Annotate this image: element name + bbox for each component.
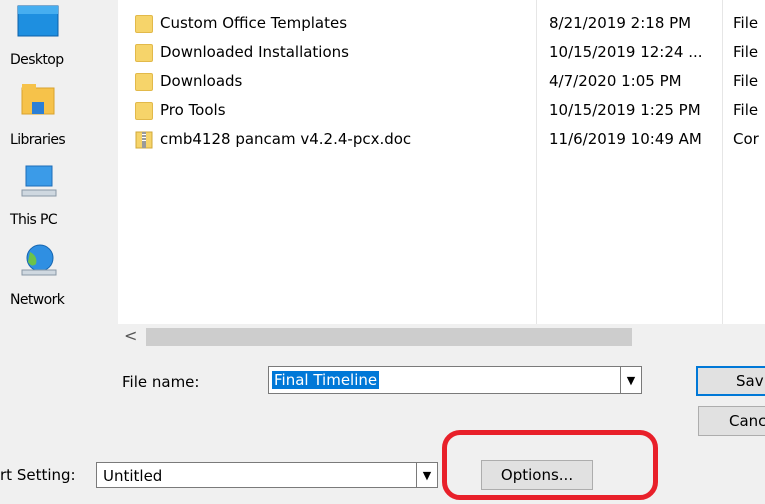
scrollbar-thumb[interactable] (146, 328, 632, 346)
folder-icon (135, 73, 153, 91)
save-button[interactable]: Sav (696, 366, 765, 396)
file-name: Downloaded Installations (160, 43, 349, 61)
libraries-icon (21, 84, 55, 115)
setting-label: rt Setting: (0, 466, 76, 484)
file-type: File (733, 72, 759, 90)
desktop-icon (17, 5, 59, 37)
file-date: 10/15/2019 12:24 ... (549, 43, 703, 61)
file-name: Custom Office Templates (160, 14, 348, 32)
file-name-value: Final Timeline (272, 371, 380, 389)
file-name: cmb4128 pancam v4.2.4-pcx.doc (160, 130, 412, 148)
setting-select[interactable]: Untitled ▼ (96, 462, 438, 488)
file-row[interactable]: Downloads 4/7/2020 1:05 PM File (118, 68, 765, 97)
file-type: Cor (733, 130, 759, 148)
compressed-file-icon (135, 131, 153, 149)
file-name: Downloads (160, 72, 243, 90)
place-libraries[interactable]: Libraries (0, 78, 118, 150)
place-this-pc[interactable]: This PC (0, 160, 118, 232)
folder-icon (135, 15, 153, 33)
file-type: File (733, 43, 759, 61)
file-name-label: File name: (122, 373, 200, 391)
file-name: Pro Tools (160, 101, 226, 119)
place-desktop[interactable]: Desktop (0, 0, 118, 70)
place-label: Libraries (10, 132, 66, 148)
file-date: 11/6/2019 10:49 AM (549, 130, 702, 148)
horizontal-scrollbar[interactable]: < (118, 324, 765, 350)
cancel-button[interactable]: Canc (698, 406, 765, 436)
file-date: 4/7/2020 1:05 PM (549, 72, 682, 90)
file-row[interactable]: Downloaded Installations 10/15/2019 12:2… (118, 39, 765, 68)
setting-value: Untitled (103, 467, 163, 485)
file-row[interactable]: cmb4128 pancam v4.2.4-pcx.doc 11/6/2019 … (118, 126, 765, 155)
file-type: File (733, 101, 759, 119)
file-name-input[interactable]: Final Timeline ▼ (268, 366, 642, 394)
file-row[interactable]: Pro Tools 10/15/2019 1:25 PM File (118, 97, 765, 126)
scroll-left-icon[interactable]: < (124, 326, 137, 345)
place-label: Desktop (10, 52, 64, 68)
file-row[interactable]: Custom Office Templates 8/21/2019 2:18 P… (118, 10, 765, 39)
network-icon (21, 244, 57, 276)
highlight-annotation (442, 430, 658, 500)
chevron-down-icon[interactable]: ▼ (416, 463, 437, 487)
file-date: 8/21/2019 2:18 PM (549, 14, 692, 32)
file-date: 10/15/2019 1:25 PM (549, 101, 701, 119)
place-label: This PC (10, 212, 58, 228)
place-network[interactable]: Network (0, 240, 118, 312)
computer-icon (21, 165, 57, 197)
places-bar: Desktop Libraries This PC Network (0, 0, 118, 330)
chevron-down-icon[interactable]: ▼ (620, 367, 641, 393)
folder-icon (135, 44, 153, 62)
folder-icon (135, 102, 153, 120)
file-type: File (733, 14, 759, 32)
place-label: Network (10, 292, 65, 308)
file-list[interactable]: Custom Office Templates 8/21/2019 2:18 P… (118, 0, 765, 324)
